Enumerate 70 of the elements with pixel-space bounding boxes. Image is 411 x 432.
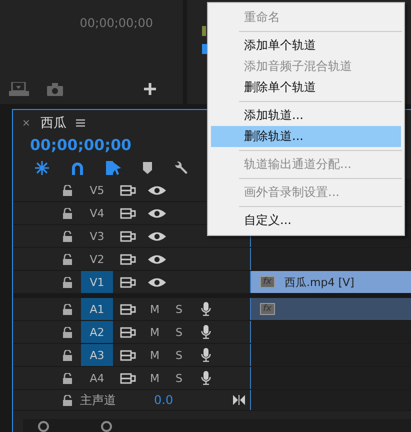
toggle-output-icon[interactable] [120, 276, 136, 288]
lock-icon[interactable] [63, 230, 72, 242]
master-volume-value[interactable]: 0.0 [154, 393, 174, 407]
clip-name: 西瓜.mp4 [V] [284, 274, 354, 290]
mute-toggle[interactable]: M [150, 326, 160, 338]
track-target[interactable]: V1 [81, 271, 113, 293]
menu-item[interactable]: 自定义... [211, 210, 401, 231]
menu-item[interactable]: 添加轨道... [211, 105, 401, 126]
track-target[interactable]: V3 [81, 225, 113, 247]
lock-icon[interactable] [63, 276, 72, 288]
lock-icon[interactable] [63, 372, 72, 384]
sequence-tab[interactable]: 西瓜 [40, 114, 66, 132]
zoom-scrollbar[interactable] [23, 419, 411, 432]
lock-icon[interactable] [63, 350, 72, 360]
menu-item[interactable]: 删除轨道... [211, 126, 401, 147]
wrench-icon[interactable] [174, 161, 188, 175]
toggle-output-icon[interactable] [120, 372, 136, 384]
camera-icon[interactable] [47, 82, 63, 96]
close-button[interactable]: × [22, 118, 30, 128]
scroll-handle[interactable] [38, 421, 49, 432]
solo-toggle[interactable]: S [176, 348, 182, 362]
track-target[interactable]: A4 [81, 367, 113, 389]
microphone-icon[interactable] [201, 302, 212, 316]
toggle-output-icon[interactable] [120, 350, 136, 360]
snap-icon[interactable] [35, 161, 49, 175]
microphone-icon[interactable] [201, 348, 212, 362]
master-track-label: 主声道 [80, 392, 116, 408]
magnet-icon[interactable] [71, 162, 84, 174]
menu-item[interactable]: 删除单个轨道 [211, 77, 401, 98]
eye-icon[interactable] [148, 184, 166, 196]
export-frame-icon[interactable] [9, 82, 29, 96]
lock-icon[interactable] [63, 208, 72, 218]
track-target[interactable]: A1 [81, 298, 113, 320]
lock-icon[interactable] [63, 394, 72, 406]
microphone-icon[interactable] [201, 371, 212, 385]
mute-toggle[interactable]: M [150, 302, 160, 316]
add-icon[interactable] [144, 83, 156, 95]
monitor-timecode: 00;00;00;00 [80, 16, 153, 30]
marker-icon[interactable] [143, 162, 152, 174]
lock-icon[interactable] [63, 184, 72, 196]
track-target[interactable]: A2 [81, 321, 113, 343]
eye-icon[interactable] [148, 230, 166, 242]
bowtie-icon[interactable] [233, 395, 245, 405]
mute-toggle[interactable]: M [150, 348, 160, 362]
linked-selection-icon[interactable] [106, 161, 121, 175]
solo-toggle[interactable]: S [176, 372, 182, 384]
menu-icon[interactable] [76, 119, 86, 127]
track-target[interactable]: V5 [81, 179, 113, 201]
track-target[interactable]: A3 [81, 344, 113, 366]
eye-icon[interactable] [148, 208, 166, 218]
toggle-output-icon[interactable] [120, 304, 136, 314]
toggle-output-icon[interactable] [120, 208, 136, 218]
microphone-icon[interactable] [201, 325, 212, 339]
scroll-handle[interactable] [101, 421, 112, 432]
toggle-output-icon[interactable] [120, 184, 136, 196]
toggle-output-icon[interactable] [120, 326, 136, 338]
lock-icon[interactable] [63, 254, 72, 264]
mute-toggle[interactable]: M [150, 372, 160, 384]
meter-icon [202, 26, 208, 56]
toggle-output-icon[interactable] [120, 230, 136, 242]
solo-toggle[interactable]: S [176, 302, 182, 316]
lock-icon[interactable] [63, 326, 72, 338]
eye-icon[interactable] [148, 276, 166, 288]
solo-toggle[interactable]: S [176, 326, 182, 338]
eye-icon[interactable] [148, 254, 166, 264]
lock-icon[interactable] [63, 304, 72, 314]
track-target[interactable]: V4 [81, 202, 113, 224]
menu-item[interactable]: 添加单个轨道 [211, 35, 401, 56]
track-target[interactable]: V2 [81, 248, 113, 270]
toggle-output-icon[interactable] [120, 254, 136, 264]
